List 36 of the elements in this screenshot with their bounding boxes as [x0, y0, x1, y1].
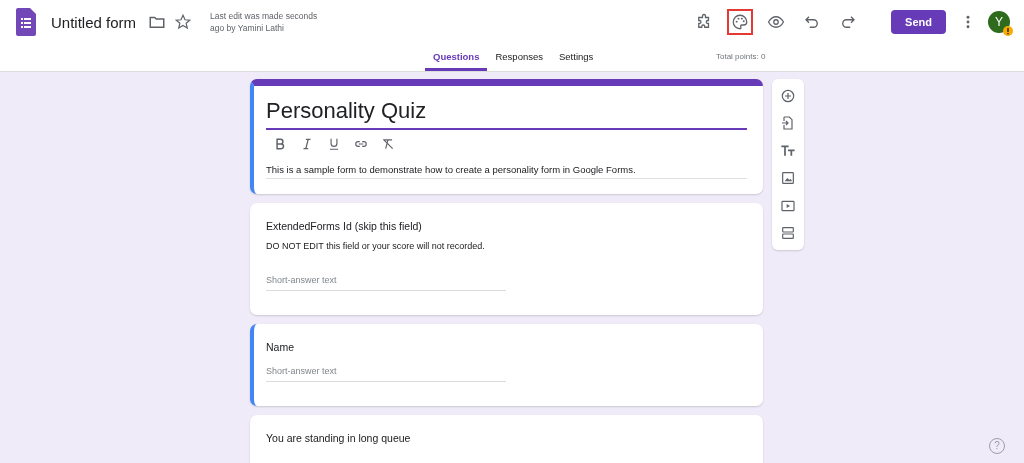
undo-icon[interactable] — [803, 13, 821, 31]
last-edit-text[interactable]: Last edit was made seconds ago by Yamini Lathi — [210, 10, 326, 34]
eye-icon[interactable] — [767, 13, 785, 31]
palette-icon[interactable] — [731, 13, 749, 31]
question-title: Name — [266, 341, 295, 353]
star-icon[interactable] — [174, 13, 193, 31]
short-answer-field[interactable]: Short-answer text — [266, 271, 506, 291]
add-section-icon[interactable] — [780, 225, 796, 242]
import-questions-icon[interactable] — [780, 115, 796, 132]
short-answer-field[interactable]: Short-answer text — [266, 362, 506, 382]
tab[interactable]: Questions — [425, 44, 488, 71]
add-question-icon[interactable] — [780, 87, 796, 104]
form-header-card[interactable]: Personality Quiz This is a sample form to demonstrate how to create a personality form in Google Forms. — [250, 79, 763, 194]
avatar[interactable]: Y — [988, 11, 1010, 33]
question-card[interactable]: Name Short-answer text — [250, 324, 763, 406]
form-description[interactable]: This is a sample form to demonstrate how to create a personality form in Google Forms. — [266, 158, 747, 179]
question-title: You are standing in long queue — [266, 432, 412, 444]
underline-icon[interactable] — [327, 137, 341, 151]
question-description: DO NOT EDIT this field or your score will not recorded. — [266, 241, 486, 251]
send-button[interactable]: Send — [891, 10, 946, 34]
question-card[interactable]: ExtendedForms Id (skip this field) DO NOT EDIT this field or your score will not recorded. Short-answer text — [250, 203, 763, 315]
more-options-icon[interactable] — [965, 14, 971, 30]
add-title-icon[interactable] — [780, 142, 796, 159]
add-image-icon[interactable] — [780, 170, 796, 187]
form-title-field[interactable]: Personality Quiz — [266, 98, 747, 130]
total-points-text: Total points: 0 — [716, 52, 766, 61]
tab[interactable]: Settings — [551, 44, 602, 71]
forms-logo-icon[interactable] — [16, 8, 36, 36]
warning-badge-icon — [1003, 26, 1013, 36]
clear-format-icon[interactable] — [381, 137, 395, 151]
tab[interactable]: Responses — [487, 44, 551, 71]
redo-icon[interactable] — [839, 13, 857, 31]
form-title[interactable]: Untitled form — [51, 13, 137, 31]
question-title: ExtendedForms Id (skip this field) — [266, 220, 423, 232]
bold-icon[interactable] — [273, 137, 287, 151]
question-card[interactable]: You are standing in long queue — [250, 415, 763, 463]
